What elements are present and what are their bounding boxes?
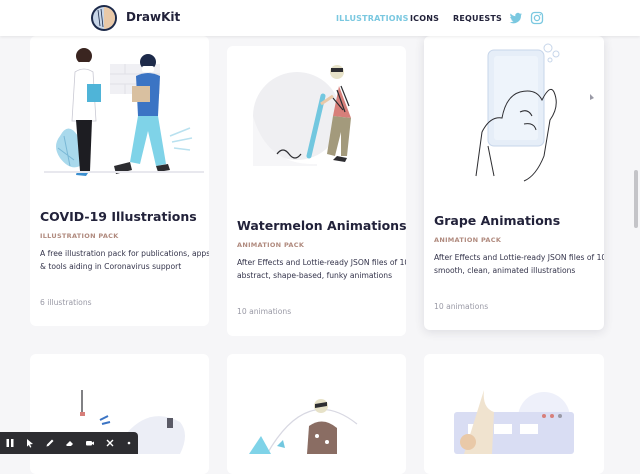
eraser-icon[interactable] bbox=[60, 432, 80, 454]
card-title[interactable]: Watermelon Animations bbox=[237, 218, 406, 233]
card-row2-1[interactable] bbox=[30, 354, 209, 474]
card-count: 6 illustrations bbox=[40, 298, 92, 307]
brand-name[interactable]: DrawKit bbox=[126, 10, 180, 24]
card-description: After Effects and Lottie-ready JSON file… bbox=[434, 253, 604, 275]
nav-illustrations[interactable]: ILLUSTRATIONS bbox=[336, 14, 409, 23]
row2-illustration-art-3 bbox=[454, 390, 574, 454]
card-count: 10 animations bbox=[434, 302, 489, 311]
card-covid-illustrations[interactable]: COVID-19 Illustrations ILLUSTRATION PACK… bbox=[30, 36, 209, 326]
covid-illustration-art bbox=[44, 48, 204, 176]
card-kind: ANIMATION PACK bbox=[434, 236, 502, 244]
row2-illustration-art-2 bbox=[249, 399, 358, 454]
cursor-icon[interactable] bbox=[20, 432, 40, 454]
instagram-icon[interactable] bbox=[530, 11, 544, 25]
nav-icons[interactable]: ICONS bbox=[410, 14, 439, 23]
drawkit-logo-icon[interactable] bbox=[90, 4, 118, 32]
pen-icon[interactable] bbox=[40, 432, 60, 454]
grape-animation-art bbox=[475, 43, 594, 182]
page-scrollbar[interactable] bbox=[634, 170, 638, 228]
nav-requests[interactable]: REQUESTS bbox=[453, 14, 502, 23]
card-row2-3[interactable] bbox=[424, 354, 604, 474]
card-kind: ILLUSTRATION PACK bbox=[40, 232, 119, 240]
twitter-icon[interactable] bbox=[509, 11, 523, 25]
top-header: DrawKit ILLUSTRATIONS ICONS REQUESTS bbox=[0, 0, 640, 36]
card-description: A free illustration pack for publication… bbox=[40, 249, 209, 271]
card-kind: ANIMATION PACK bbox=[237, 241, 305, 249]
card-description: After Effects and Lottie-ready JSON file… bbox=[237, 258, 406, 280]
close-icon[interactable] bbox=[100, 432, 120, 454]
camera-icon[interactable] bbox=[80, 432, 100, 454]
card-title[interactable]: Grape Animations bbox=[434, 213, 560, 228]
watermelon-animation-art bbox=[253, 65, 351, 166]
card-count: 10 animations bbox=[237, 307, 292, 316]
card-grape-animations[interactable]: Grape Animations ANIMATION PACK After Ef… bbox=[424, 36, 604, 330]
card-title[interactable]: COVID-19 Illustrations bbox=[40, 209, 197, 224]
pause-icon[interactable] bbox=[0, 432, 20, 454]
card-row2-2[interactable] bbox=[227, 354, 406, 474]
card-watermelon-animations[interactable]: Watermelon Animations ANIMATION PACK Aft… bbox=[227, 46, 406, 336]
more-icon[interactable] bbox=[120, 432, 138, 454]
annotation-toolbar bbox=[0, 432, 138, 454]
